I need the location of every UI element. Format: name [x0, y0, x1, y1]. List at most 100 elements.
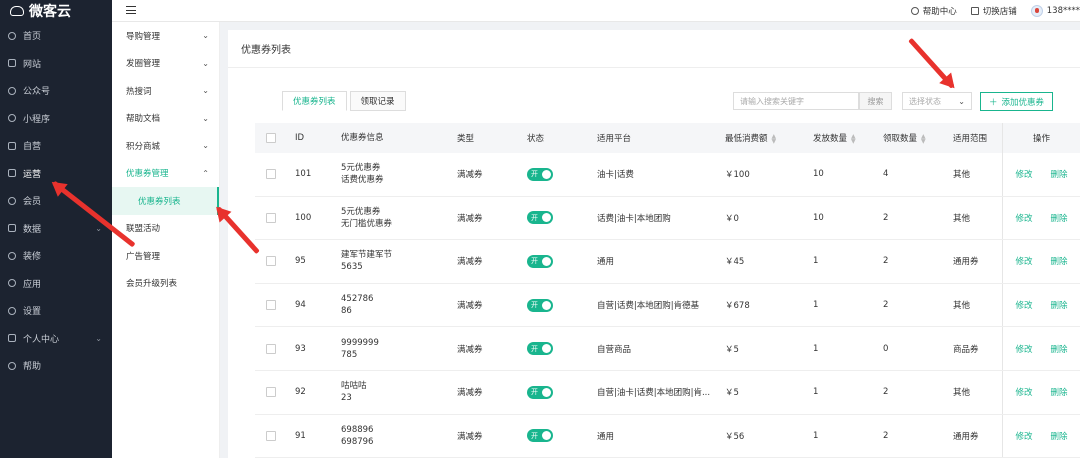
edit-link[interactable]: 修改	[1015, 343, 1032, 355]
row-checkbox[interactable]	[266, 300, 276, 311]
plus-icon: ＋	[988, 97, 998, 108]
menu-toggle-icon[interactable]	[126, 6, 136, 14]
sidebar-item-help[interactable]: 帮助	[0, 352, 112, 380]
row-checkbox[interactable]	[266, 343, 276, 354]
sidebar-item-wechat[interactable]: 公众号	[0, 77, 112, 105]
page-title: 优惠券列表	[228, 30, 1080, 68]
cell-issued: 1	[813, 300, 819, 311]
row-checkbox[interactable]	[266, 430, 276, 441]
sort-icon: ▲ ▼	[921, 132, 926, 145]
status-toggle[interactable]: 开	[527, 385, 553, 399]
edit-link[interactable]: 修改	[1015, 255, 1032, 267]
status-toggle[interactable]: 开	[527, 167, 553, 181]
cell-min-spend: ￥45	[725, 257, 745, 268]
sidebar-item-mini-program[interactable]: 小程序	[0, 105, 112, 133]
header-scope: 适用范围	[953, 123, 1003, 153]
submenu-member-upgrade[interactable]: 会员升级列表	[112, 270, 219, 298]
cell-status: 开	[527, 385, 597, 399]
delete-link[interactable]: 删除	[1051, 299, 1068, 311]
search-button[interactable]: 搜索	[859, 92, 892, 110]
status-select[interactable]: 选择状态 ⌄	[902, 92, 972, 110]
submenu-ads[interactable]: 广告管理	[112, 242, 219, 270]
decorate-icon	[8, 251, 16, 260]
home-icon	[8, 31, 16, 40]
user-menu[interactable]: 138****	[1030, 5, 1080, 17]
header-issued[interactable]: 发放数量 ▲ ▼	[813, 132, 883, 144]
add-coupon-button[interactable]: ＋添加优惠券	[980, 92, 1053, 111]
row-checkbox[interactable]	[266, 212, 276, 223]
coupon-name: 5元优惠券	[341, 206, 381, 217]
cell-scope: 其他	[953, 153, 1003, 196]
cell-ops: 修改 删除	[1003, 212, 1080, 224]
status-toggle[interactable]: 开	[527, 254, 553, 268]
cell-min-spend: ￥0	[725, 213, 739, 224]
cell-min-spend: ￥5	[725, 344, 739, 355]
submenu-points-mall[interactable]: 积分商城 ⌄	[112, 132, 219, 160]
sidebar-item-home[interactable]: 首页	[0, 22, 112, 50]
sidebar-item-settings[interactable]: 设置	[0, 297, 112, 325]
cell-info: 9999999 785	[341, 337, 457, 361]
cell-id: 95	[295, 256, 306, 267]
submenu-moments[interactable]: 发圈管理 ⌄	[112, 50, 219, 78]
cell-issued: 1	[813, 343, 819, 354]
cell-info: 698896 698796	[341, 424, 457, 448]
sidebar-item-user-center[interactable]: 个人中心 ⌄	[0, 325, 112, 353]
edit-link[interactable]: 修改	[1015, 212, 1032, 224]
delete-link[interactable]: 删除	[1051, 168, 1068, 180]
coupon-name: 建军节建军节	[341, 250, 393, 261]
sidebar-item-apps[interactable]: 应用	[0, 270, 112, 298]
content-panel: 优惠券列表 优惠券列表 领取记录 请输入搜索关键字 搜索 选择状态 ⌄ ＋添加优惠…	[228, 30, 1080, 458]
sidebar-item-store[interactable]: 自营	[0, 132, 112, 160]
header-platform: 适用平台	[597, 134, 632, 144]
coupon-table: ID 优惠券信息 类型 状态 适用平台 最低消费额 ▲ ▼ 发放数量 ▲ ▼ 领取数量 ▲…	[255, 123, 1080, 458]
coupon-desc: 86	[341, 306, 352, 317]
header-min-spend[interactable]: 最低消费额 ▲ ▼	[725, 132, 813, 144]
row-checkbox[interactable]	[266, 387, 276, 398]
help-center-link[interactable]: 帮助中心	[910, 5, 957, 17]
tab-claim-records[interactable]: 领取记录	[349, 91, 406, 111]
edit-link[interactable]: 修改	[1015, 168, 1032, 180]
cell-platform: 话费|油卡|本地团购	[597, 213, 671, 224]
row-checkbox[interactable]	[266, 169, 276, 180]
sidebar-item-website[interactable]: 网站	[0, 50, 112, 78]
sidebar-item-decorate[interactable]: 装修	[0, 242, 112, 270]
delete-link[interactable]: 删除	[1051, 343, 1068, 355]
submenu-help-docs[interactable]: 帮助文档 ⌄	[112, 105, 219, 133]
table-row: 92 咕咕咕 23 满减券开自营|油卡|话费|本地团购|肯... ￥5 1 2 其他 修改 删除	[255, 370, 1080, 415]
submenu-coupon-list[interactable]: 优惠券列表	[112, 187, 219, 215]
delete-link[interactable]: 删除	[1051, 386, 1068, 398]
cell-platform: 自营|油卡|话费|本地团购|肯...	[597, 388, 711, 399]
status-toggle[interactable]: 开	[527, 298, 553, 312]
search-input[interactable]: 请输入搜索关键字	[733, 92, 859, 110]
row-checkbox[interactable]	[266, 256, 276, 267]
logo[interactable]: 微客云	[0, 0, 112, 22]
table-row: 93 9999999 785 满减券开自营商品 ￥5 1 0 商品券 修改 删除	[255, 327, 1080, 371]
status-toggle[interactable]: 开	[527, 429, 553, 443]
edit-link[interactable]: 修改	[1015, 299, 1032, 311]
coupon-name: 5元优惠券	[341, 163, 381, 174]
submenu-coupon-management[interactable]: 优惠券管理 ⌃	[112, 160, 219, 188]
submenu-hot-search[interactable]: 热搜词 ⌄	[112, 77, 219, 105]
cell-ops: 修改 删除	[1003, 299, 1080, 311]
delete-link[interactable]: 删除	[1051, 212, 1068, 224]
chevron-down-icon: ⌄	[202, 141, 209, 151]
submenu-guide[interactable]: 导购管理 ⌄	[112, 22, 219, 50]
switch-store-link[interactable]: 切换店铺	[970, 5, 1017, 17]
edit-link[interactable]: 修改	[1015, 386, 1032, 398]
select-all-checkbox[interactable]	[266, 133, 276, 143]
cell-min-spend: ￥5	[725, 388, 739, 399]
edit-link[interactable]: 修改	[1015, 430, 1032, 442]
status-toggle[interactable]: 开	[527, 211, 553, 225]
delete-link[interactable]: 删除	[1051, 430, 1068, 442]
cell-id: 91	[295, 430, 306, 441]
chevron-up-icon: ⌃	[202, 168, 209, 178]
cell-status: 开	[527, 429, 597, 443]
delete-link[interactable]: 删除	[1051, 255, 1068, 267]
cell-issued: 1	[813, 256, 819, 267]
header-received[interactable]: 领取数量 ▲ ▼	[883, 132, 953, 144]
cell-scope: 商品券	[953, 327, 1003, 370]
cell-platform: 油卡|话费	[597, 170, 634, 181]
tab-coupon-list[interactable]: 优惠券列表	[282, 91, 347, 111]
coupon-desc: 无门槛优惠券	[341, 218, 393, 229]
status-toggle[interactable]: 开	[527, 342, 553, 356]
